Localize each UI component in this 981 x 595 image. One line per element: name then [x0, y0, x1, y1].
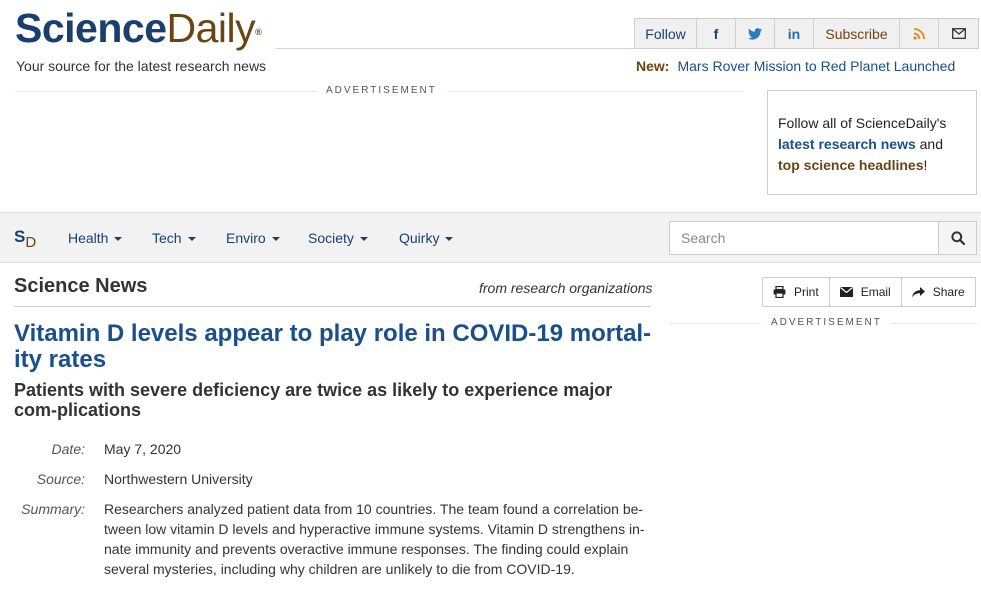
- nav-health[interactable]: Health: [68, 230, 123, 246]
- follow-label: Follow: [635, 19, 697, 48]
- search-icon: [950, 231, 965, 245]
- main-nav: SD Health Tech Enviro Society Quirky: [0, 212, 981, 263]
- nav-enviro[interactable]: Enviro: [226, 230, 280, 246]
- article-title[interactable]: Vitamin D levels appear to play role in …: [14, 321, 654, 373]
- subscribe-label: Subscribe: [814, 19, 900, 48]
- chevron-down-icon: [445, 237, 454, 242]
- ad-label-top: ADVERTISEMENT: [316, 85, 447, 96]
- chevron-down-icon: [187, 237, 196, 242]
- nav-tech-label: Tech: [152, 230, 182, 246]
- chevron-down-icon: [271, 237, 280, 242]
- print-button[interactable]: Print: [763, 278, 830, 306]
- follow-promo-box: Follow all of ScienceDaily's latest rese…: [767, 90, 977, 195]
- new-headline-ticker: New: Mars Rover Mission to Red Planet Lau…: [636, 58, 955, 74]
- article-subtitle: Patients with severe deficiency are twic…: [14, 380, 613, 420]
- section-divider: [14, 306, 651, 307]
- date-value: May 7, 2020: [104, 441, 182, 457]
- nav-society-label: Society: [308, 230, 354, 246]
- top-science-headlines-link[interactable]: top science headlines: [778, 157, 924, 173]
- new-label: New:: [636, 58, 670, 74]
- nav-tech[interactable]: Tech: [152, 230, 196, 246]
- nav-quirky-label: Quirky: [399, 230, 440, 246]
- section-subtitle: from research organizations: [479, 280, 653, 296]
- summary-text: Researchers analyzed patient data from 1…: [104, 501, 645, 577]
- logo-science: Science: [15, 5, 167, 51]
- ad-label-side: ADVERTISEMENT: [761, 317, 892, 328]
- nav-society[interactable]: Society: [308, 230, 368, 246]
- sd-mark-s: S: [14, 227, 26, 246]
- rss-icon[interactable]: [900, 19, 939, 48]
- twitter-icon[interactable]: [736, 19, 775, 48]
- envelope-icon: [839, 287, 853, 297]
- email-label: Email: [860, 285, 891, 299]
- search-box: [669, 221, 977, 255]
- share-label: Share: [932, 285, 965, 299]
- share-icon: [911, 286, 925, 298]
- logo-daily: Daily: [166, 5, 256, 51]
- sd-home-logo[interactable]: SD: [14, 227, 36, 251]
- chevron-down-icon: [359, 237, 368, 242]
- nav-enviro-label: Enviro: [226, 230, 266, 246]
- search-input[interactable]: [670, 222, 939, 254]
- print-label: Print: [794, 285, 819, 299]
- share-button[interactable]: Share: [902, 278, 975, 306]
- logo-registered-mark: ®: [255, 27, 262, 37]
- facebook-icon[interactable]: f: [697, 19, 736, 48]
- sd-mark-d: D: [25, 234, 37, 251]
- linkedin-icon[interactable]: in: [775, 19, 814, 48]
- social-bar: Follow f in Subscribe: [634, 18, 979, 49]
- summary-label: Summary:: [21, 501, 85, 517]
- tagline: Your source for the latest research news: [16, 58, 267, 74]
- email-button[interactable]: Email: [830, 278, 902, 306]
- email-icon[interactable]: [939, 19, 978, 48]
- print-icon: [773, 286, 786, 298]
- latest-research-news-link[interactable]: latest research news: [778, 136, 916, 152]
- new-headline-link[interactable]: Mars Rover Mission to Red Planet Launche…: [677, 58, 955, 74]
- follow-promo-and: and: [915, 136, 943, 152]
- follow-promo-text: Follow all of ScienceDaily's: [778, 115, 947, 131]
- date-label: Date:: [51, 441, 85, 457]
- sciencedaily-logo[interactable]: ScienceDaily®: [15, 5, 262, 51]
- follow-promo-end: !: [923, 157, 928, 173]
- nav-quirky[interactable]: Quirky: [399, 230, 454, 246]
- article-tools: Print Email Share: [762, 277, 976, 307]
- nav-health-label: Health: [68, 230, 109, 246]
- chevron-down-icon: [114, 237, 123, 242]
- search-button[interactable]: [938, 222, 976, 254]
- source-value: Northwestern University: [104, 471, 253, 487]
- source-label: Source:: [36, 471, 85, 487]
- section-title: Science News: [14, 275, 148, 297]
